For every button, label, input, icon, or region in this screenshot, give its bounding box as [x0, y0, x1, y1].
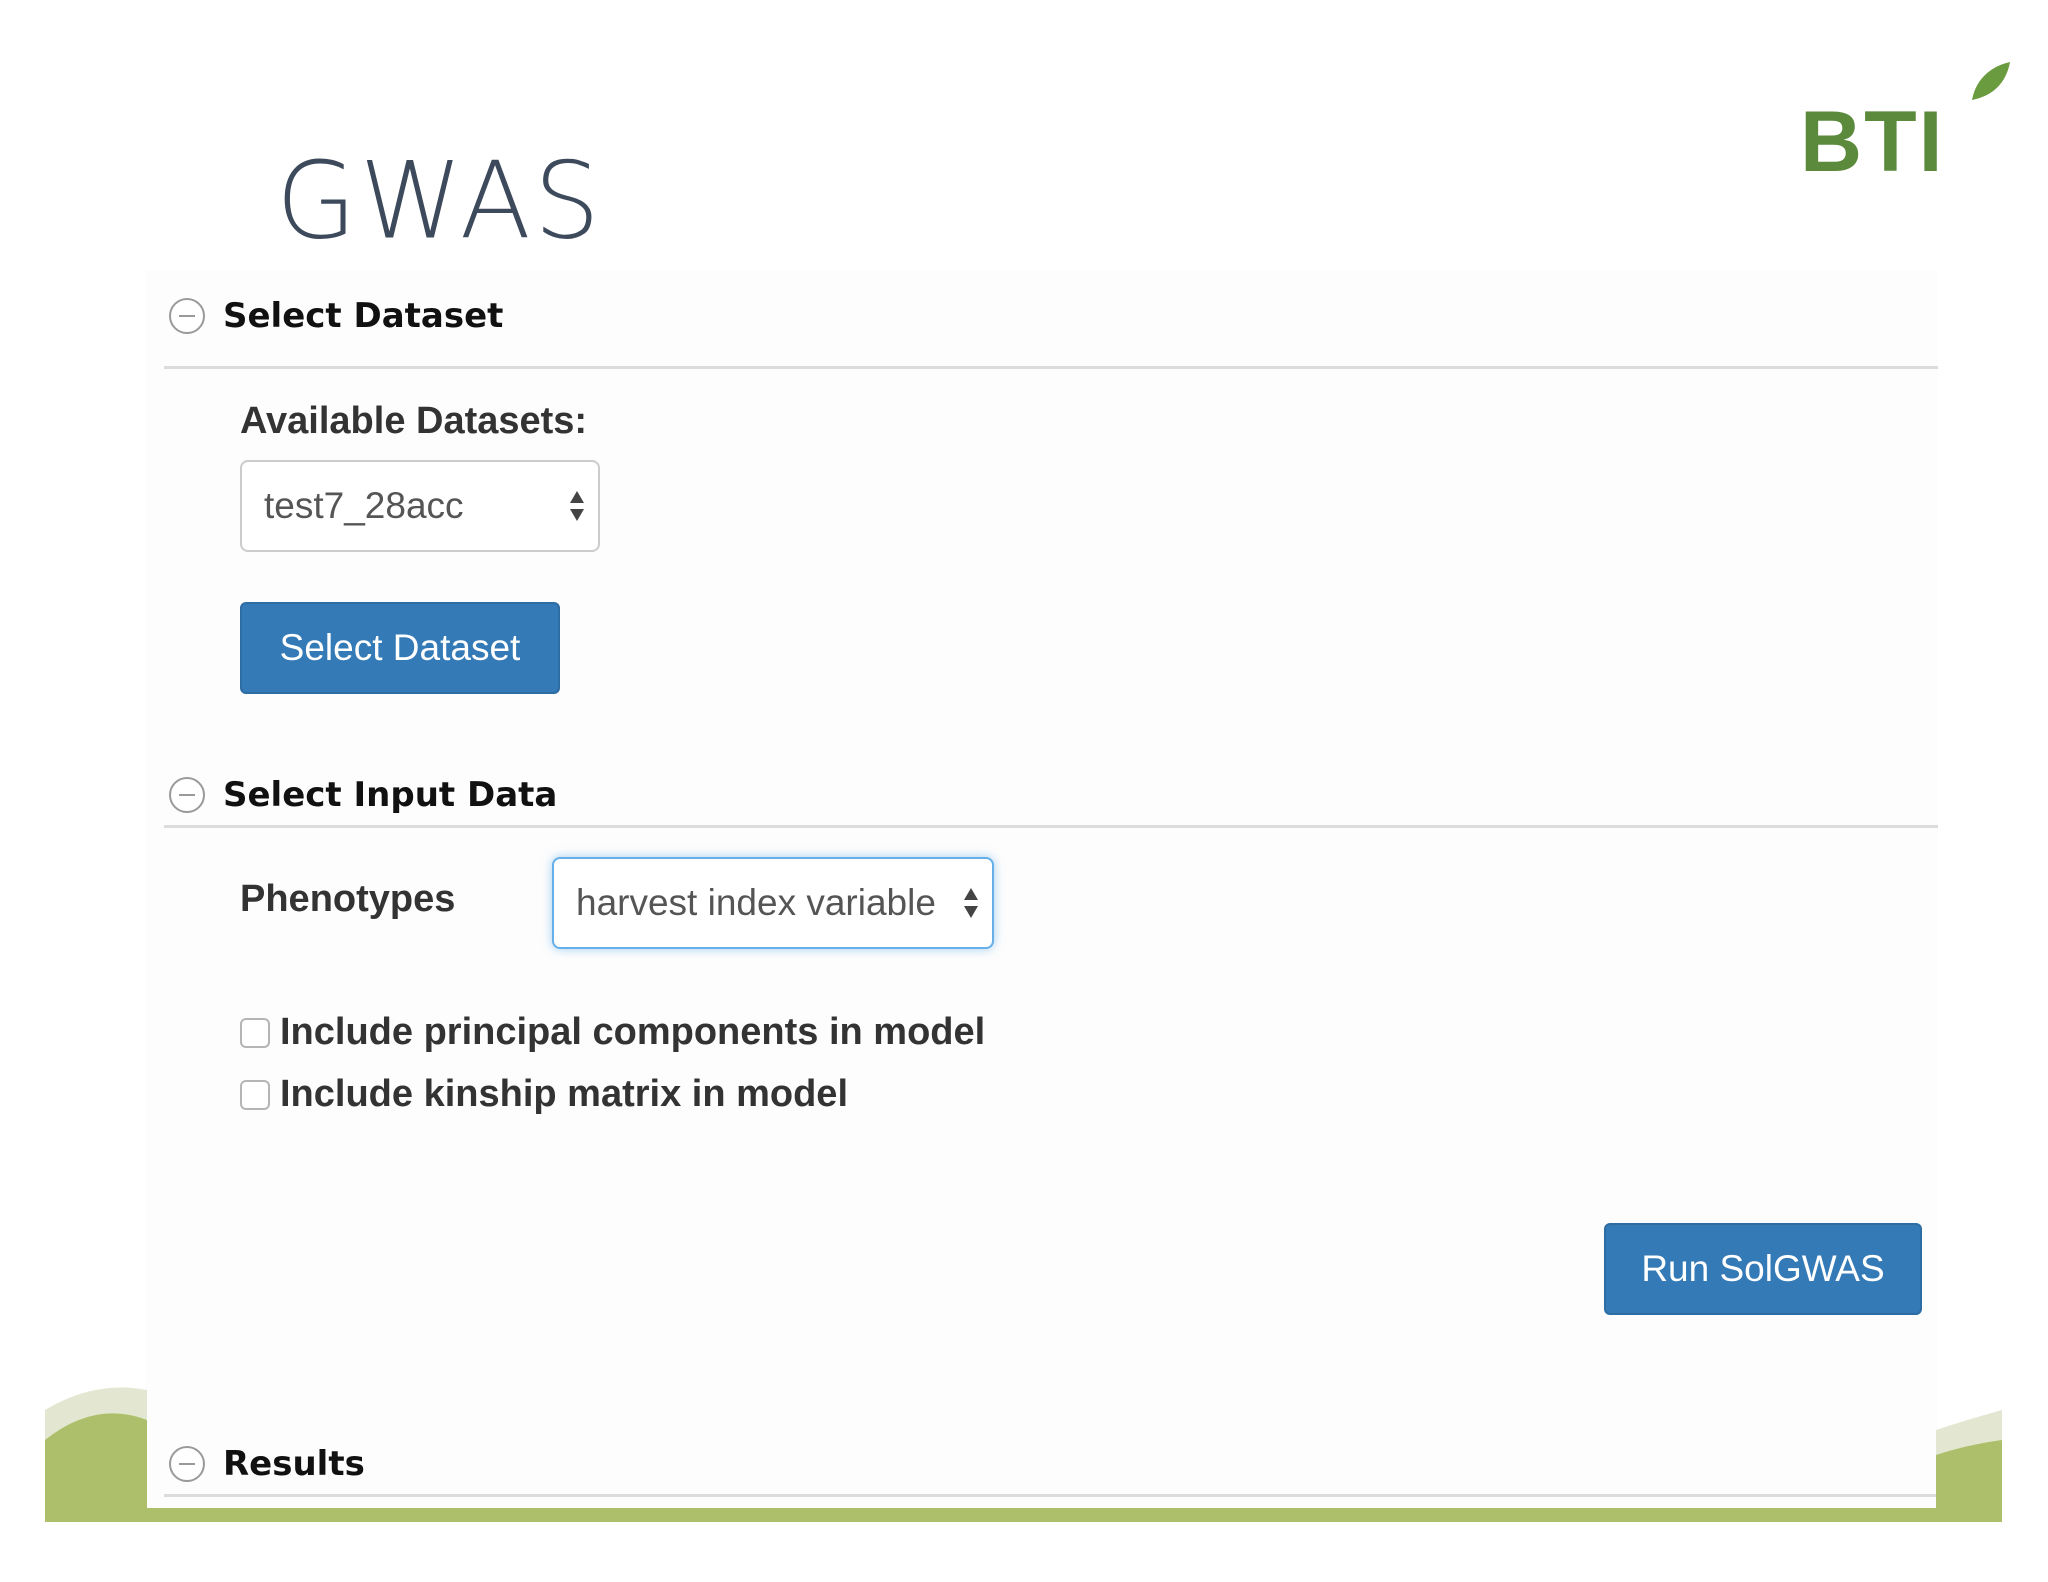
phenotypes-label: Phenotypes: [240, 878, 456, 920]
section-title: Results: [223, 1444, 365, 1484]
decorative-wave-left: [45, 1387, 147, 1522]
footer-bar: [45, 1508, 2002, 1522]
section-header-select-dataset[interactable]: Select Dataset: [168, 296, 503, 336]
dataset-select-value: test7_28acc: [264, 485, 464, 526]
divider: [164, 1494, 1938, 1497]
bti-logo: BTI: [1800, 62, 2010, 178]
checkbox-row-kinship[interactable]: Include kinship matrix in model: [240, 1073, 848, 1116]
pca-checkbox-label: Include principal components in model: [280, 1011, 986, 1053]
minus-circle-icon[interactable]: [168, 776, 206, 814]
run-solgwas-button[interactable]: Run SolGWAS: [1604, 1223, 1922, 1315]
section-title: Select Input Data: [223, 775, 558, 815]
select-dataset-button[interactable]: Select Dataset: [240, 602, 560, 694]
leaf-icon: [1972, 62, 2010, 100]
sort-arrows-icon: [570, 491, 584, 521]
decorative-wave-right: [1936, 1410, 2002, 1522]
pca-checkbox[interactable]: [240, 1017, 270, 1048]
slide-title: GWAS: [276, 138, 603, 264]
kinship-checkbox[interactable]: [240, 1079, 270, 1110]
available-datasets-label: Available Datasets:: [240, 400, 588, 442]
section-header-select-input[interactable]: Select Input Data: [168, 775, 557, 815]
checkbox-row-pca[interactable]: Include principal components in model: [240, 1011, 985, 1054]
minus-circle-icon[interactable]: [168, 1445, 206, 1483]
kinship-checkbox-label: Include kinship matrix in model: [280, 1073, 848, 1115]
section-header-results[interactable]: Results: [168, 1444, 365, 1484]
minus-circle-icon[interactable]: [168, 297, 206, 335]
section-title: Select Dataset: [223, 296, 504, 336]
dataset-select[interactable]: test7_28acc: [240, 460, 600, 552]
divider: [164, 366, 1938, 369]
phenotype-select[interactable]: harvest index variable: [552, 857, 994, 949]
divider: [164, 825, 1938, 828]
phenotype-select-value: harvest index variable: [576, 882, 936, 923]
sort-arrows-icon: [964, 888, 978, 918]
logo-text: BTI: [1800, 94, 1945, 178]
